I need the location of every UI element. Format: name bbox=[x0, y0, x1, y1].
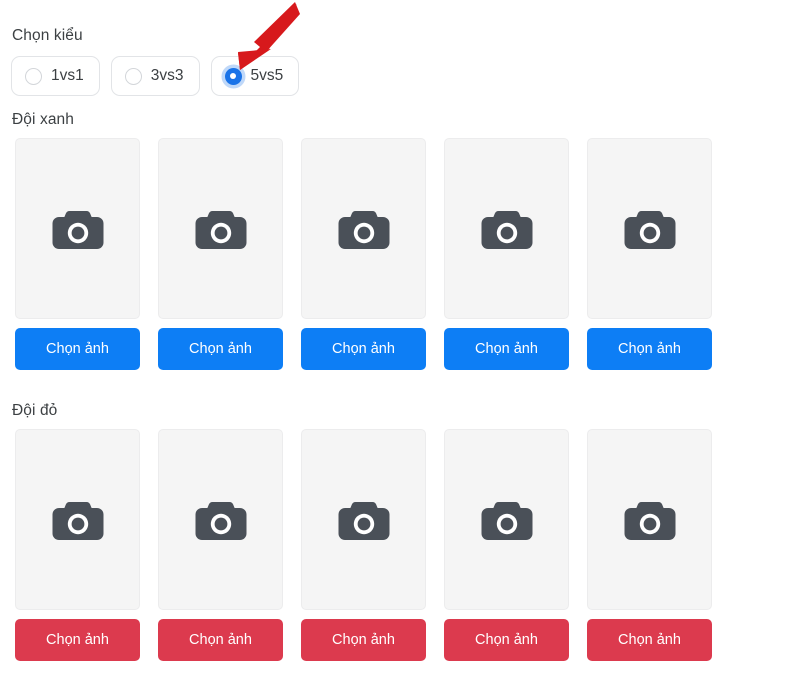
photo-placeholder-card[interactable] bbox=[15, 138, 140, 319]
player-slot: Chọn ảnh bbox=[444, 429, 569, 661]
photo-placeholder-card[interactable] bbox=[587, 138, 712, 319]
pick-image-button[interactable]: Chọn ảnh bbox=[158, 328, 283, 370]
pick-image-button[interactable]: Chọn ảnh bbox=[15, 328, 140, 370]
pick-image-button[interactable]: Chọn ảnh bbox=[444, 619, 569, 661]
photo-placeholder-card[interactable] bbox=[158, 429, 283, 610]
team-label-red: Đội đỏ bbox=[12, 402, 58, 419]
photo-placeholder-card[interactable] bbox=[158, 138, 283, 319]
player-slot: Chọn ảnh bbox=[587, 138, 712, 370]
mode-section-label: Chọn kiểu bbox=[12, 27, 83, 44]
page-root: Chọn kiểu 1vs1 3vs3 5vs5 Đội xanh Chọn ả… bbox=[0, 0, 800, 700]
camera-icon bbox=[338, 210, 389, 249]
radio-option-1vs1[interactable]: 1vs1 bbox=[11, 56, 100, 96]
pick-image-button[interactable]: Chọn ảnh bbox=[444, 328, 569, 370]
team-row-red: Chọn ảnh Chọn ảnh Chọn ảnh Chọn ảnh Chọn… bbox=[15, 429, 712, 661]
radio-label-1vs1: 1vs1 bbox=[51, 67, 84, 85]
player-slot: Chọn ảnh bbox=[587, 429, 712, 661]
camera-icon bbox=[195, 501, 246, 540]
pick-image-button[interactable]: Chọn ảnh bbox=[301, 328, 426, 370]
team-row-blue: Chọn ảnh Chọn ảnh Chọn ảnh Chọn ảnh Chọn… bbox=[15, 138, 712, 370]
radio-dot-icon[interactable] bbox=[25, 67, 42, 85]
photo-placeholder-card[interactable] bbox=[301, 429, 426, 610]
camera-icon bbox=[195, 210, 246, 249]
player-slot: Chọn ảnh bbox=[15, 429, 140, 661]
pick-image-button[interactable]: Chọn ảnh bbox=[301, 619, 426, 661]
camera-icon bbox=[481, 501, 532, 540]
pick-image-button[interactable]: Chọn ảnh bbox=[587, 328, 712, 370]
mode-radio-group: 1vs1 3vs3 5vs5 bbox=[11, 56, 300, 96]
pick-image-button[interactable]: Chọn ảnh bbox=[15, 619, 140, 661]
pick-image-button[interactable]: Chọn ảnh bbox=[587, 619, 712, 661]
team-label-blue: Đội xanh bbox=[12, 111, 74, 128]
player-slot: Chọn ảnh bbox=[158, 429, 283, 661]
radio-label-5vs5: 5vs5 bbox=[250, 67, 284, 85]
player-slot: Chọn ảnh bbox=[15, 138, 140, 370]
radio-option-5vs5[interactable]: 5vs5 bbox=[210, 56, 300, 96]
photo-placeholder-card[interactable] bbox=[301, 138, 426, 319]
radio-label-3vs3: 3vs3 bbox=[150, 67, 184, 85]
photo-placeholder-card[interactable] bbox=[444, 138, 569, 319]
camera-icon bbox=[52, 210, 103, 249]
player-slot: Chọn ảnh bbox=[444, 138, 569, 370]
radio-dot-selected-icon[interactable] bbox=[224, 67, 242, 85]
camera-icon bbox=[52, 501, 103, 540]
camera-icon bbox=[481, 210, 532, 249]
camera-icon bbox=[624, 501, 675, 540]
radio-option-3vs3[interactable]: 3vs3 bbox=[110, 56, 200, 96]
camera-icon bbox=[624, 210, 675, 249]
slot-list-red: Chọn ảnh Chọn ảnh Chọn ảnh Chọn ảnh Chọn… bbox=[15, 429, 712, 661]
pick-image-button[interactable]: Chọn ảnh bbox=[158, 619, 283, 661]
player-slot: Chọn ảnh bbox=[301, 138, 426, 370]
photo-placeholder-card[interactable] bbox=[15, 429, 140, 610]
photo-placeholder-card[interactable] bbox=[444, 429, 569, 610]
photo-placeholder-card[interactable] bbox=[587, 429, 712, 610]
player-slot: Chọn ảnh bbox=[158, 138, 283, 370]
camera-icon bbox=[338, 501, 389, 540]
radio-dot-icon[interactable] bbox=[124, 67, 142, 85]
slot-list-blue: Chọn ảnh Chọn ảnh Chọn ảnh Chọn ảnh Chọn… bbox=[15, 138, 712, 370]
player-slot: Chọn ảnh bbox=[301, 429, 426, 661]
